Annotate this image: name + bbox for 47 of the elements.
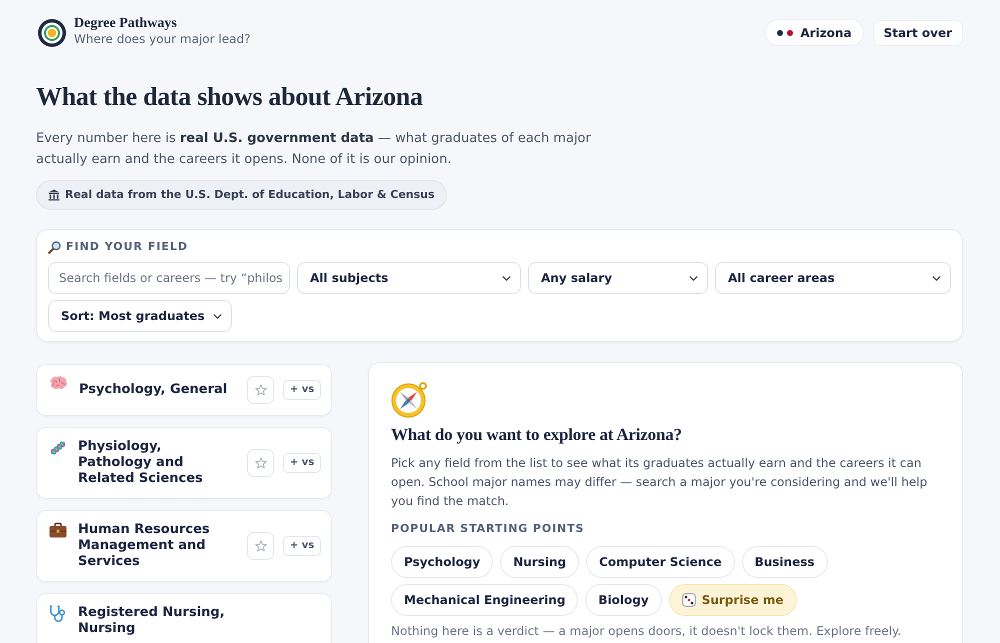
explore-text: Pick any field from the list to see what its graduates actually earn and the careers it can open. School major names may differ — search a major you're considering and we'll help you find the match. xyxy=(391,455,928,510)
field-card[interactable]: Psychology, General + vs xyxy=(36,364,332,416)
source-text: Real data from the U.S. Dept. of Education, Labor & Census xyxy=(65,186,435,203)
field-title: Psychology, General xyxy=(79,382,228,398)
search-field[interactable]: Search fields or careers — try “philos xyxy=(48,262,290,294)
field-title: Registered Nursing, Nursing xyxy=(78,605,226,637)
start-over-button[interactable]: Start over xyxy=(872,20,963,46)
field-card[interactable]: Physiology, Pathology and Related Sciences + vs xyxy=(36,427,332,499)
field-title: Physiology, Pathology and Related Sciences xyxy=(78,439,204,487)
bank-icon xyxy=(48,189,60,201)
filter-heading: FIND YOUR FIELD xyxy=(66,240,188,254)
surprise-button[interactable]: Surprise me xyxy=(668,584,797,616)
popular-heading: POPULAR STARTING POINTS xyxy=(391,522,586,536)
favorite-button[interactable] xyxy=(247,376,274,404)
topic-chip[interactable]: Computer Science xyxy=(586,546,735,578)
dna-icon xyxy=(49,439,67,457)
compare-button[interactable]: + vs xyxy=(283,380,321,400)
explore-note: Nothing here is a verdict — a major opens doors, it doesn't lock them. Explore freely. xyxy=(391,624,902,639)
subject-dropdown[interactable]: All subjects xyxy=(297,262,521,294)
brain-icon xyxy=(49,376,68,391)
favorite-button[interactable] xyxy=(247,449,274,477)
app-title: Degree Pathways xyxy=(74,16,178,32)
logo-icon xyxy=(38,18,66,46)
explore-heading: What do you want to explore at Arizona? xyxy=(391,424,683,446)
stethoscope-icon xyxy=(49,605,67,623)
favorite-button[interactable] xyxy=(247,532,274,560)
topic-chip[interactable]: Mechanical Engineering xyxy=(391,584,578,616)
career-area-dropdown[interactable]: All career areas xyxy=(715,262,951,294)
salary-dropdown[interactable]: Any salary xyxy=(528,262,708,294)
compare-button[interactable]: + vs xyxy=(283,453,321,473)
app-tagline: Where does your major lead? xyxy=(74,32,250,47)
state-button[interactable]: Arizona xyxy=(765,19,864,46)
page-heading: What the data shows about Arizona xyxy=(36,81,424,112)
briefcase-icon xyxy=(49,522,67,538)
intro-text: Every number here is real U.S. government data — what graduates of each major actually earn and the careers it opens. None of it is our opinion. xyxy=(36,130,592,169)
field-card[interactable]: Human Resources Management and Services + vs xyxy=(36,510,332,582)
compass-icon xyxy=(391,381,428,418)
topic-chip[interactable]: Business xyxy=(742,546,828,578)
topic-chip[interactable]: Psychology xyxy=(391,546,494,578)
field-title: Human Resources Management and Services xyxy=(78,522,211,570)
search-icon xyxy=(48,240,61,254)
topic-chip[interactable]: Biology xyxy=(585,584,662,616)
field-card[interactable]: Registered Nursing, Nursing xyxy=(36,593,332,643)
sort-dropdown[interactable]: Sort: Most graduates xyxy=(48,300,232,332)
compare-button[interactable]: + vs xyxy=(283,536,321,556)
topic-chip[interactable]: Nursing xyxy=(500,546,580,578)
dice-icon xyxy=(682,593,696,607)
